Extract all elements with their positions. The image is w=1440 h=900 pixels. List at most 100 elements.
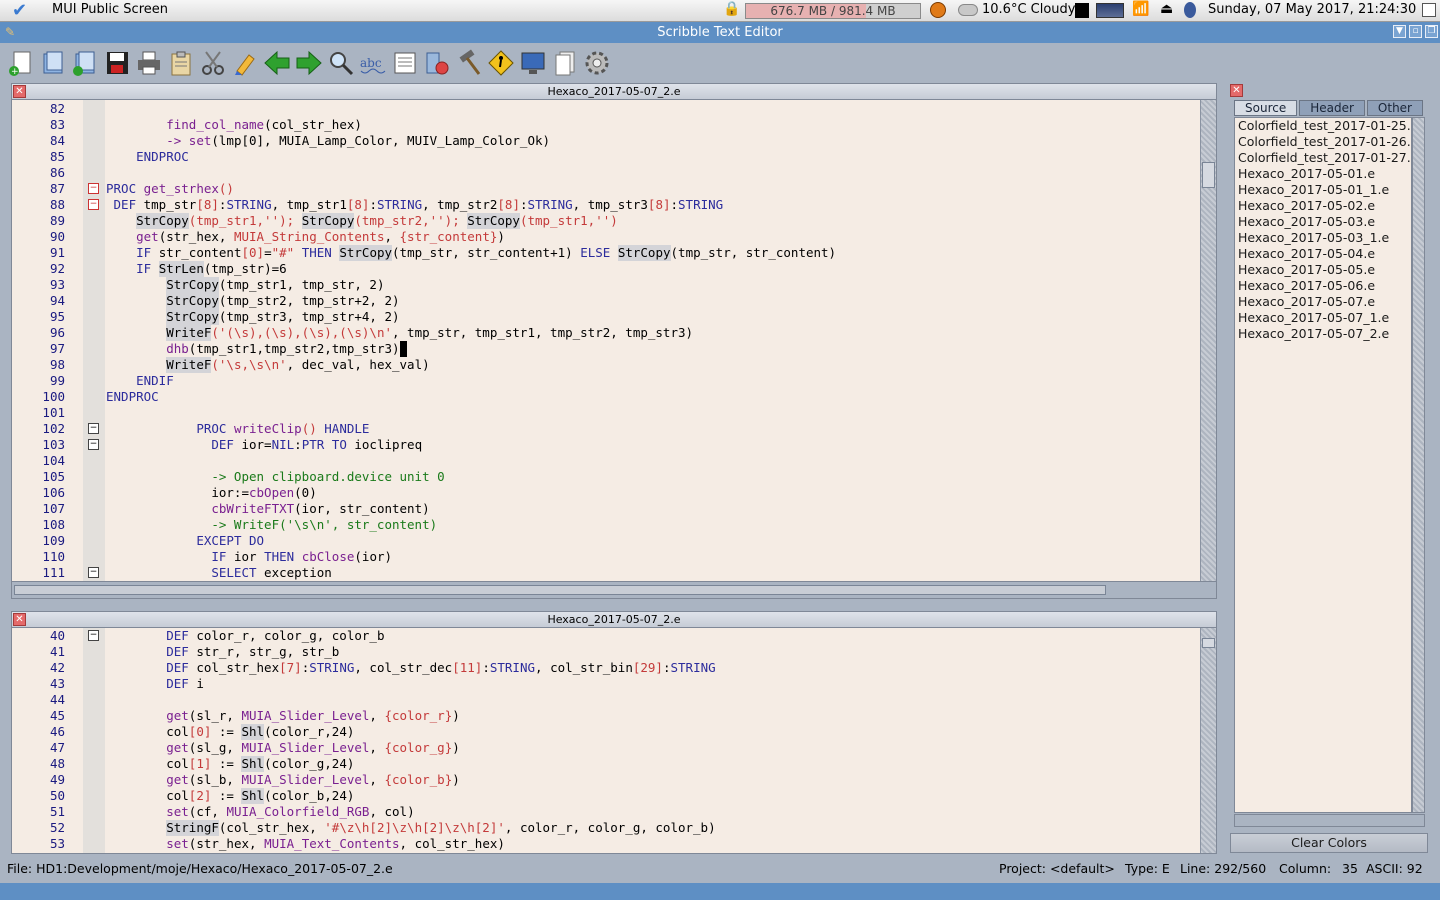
file-list-item[interactable]: Hexaco_2017-05-03_1.e: [1235, 230, 1411, 246]
close-pane-button[interactable]: ✕: [13, 613, 26, 626]
iconify-button[interactable]: ▼: [1393, 25, 1406, 38]
file-list-item[interactable]: Hexaco_2017-05-07.e: [1235, 294, 1411, 310]
code-line[interactable]: PROC writeClip() HANDLE: [106, 421, 1200, 437]
code-line[interactable]: col [2] := Shl (color_b,24): [106, 788, 1200, 804]
file-list-item[interactable]: Hexaco_2017-05-06.e: [1235, 278, 1411, 294]
code-line[interactable]: -> WriteF('\s\n', str_content): [106, 517, 1200, 533]
back-button[interactable]: [261, 46, 293, 80]
pane-title-bar[interactable]: ✕ Hexaco_2017-05-07_2.e: [11, 83, 1217, 100]
file-list-item[interactable]: Colorfield_test_2017-01-26.: [1235, 134, 1411, 150]
code-line[interactable]: set (cf, MUIA_Colorfield_RGB, col): [106, 804, 1200, 820]
code-line[interactable]: find_col_name (col_str_hex): [106, 117, 1200, 133]
code-line[interactable]: IF StrLen (tmp_str)=6: [106, 261, 1200, 277]
tab-header[interactable]: Header: [1299, 100, 1365, 116]
code-line[interactable]: StrCopy (tmp_str1,''); StrCopy (tmp_str2,'…: [106, 213, 1200, 229]
code-line[interactable]: [106, 692, 1200, 708]
code-line[interactable]: EXCEPT DO: [106, 533, 1200, 549]
code-line[interactable]: [106, 405, 1200, 421]
code-line[interactable]: get (sl_g, MUIA_Slider_Level, {color_g}): [106, 740, 1200, 756]
eject-icon[interactable]: ⏏: [1160, 1, 1173, 17]
code-line[interactable]: IF str_content [0] = "#" THEN StrCopy (tmp_s…: [106, 245, 1200, 261]
fold-toggle-icon[interactable]: −: [88, 183, 99, 194]
pane-title-bar[interactable]: ✕ Hexaco_2017-05-07_2.e: [11, 611, 1217, 628]
code-text[interactable]: find_col_name (col_str_hex) -> set(lmp[0]…: [106, 100, 1200, 581]
build-button[interactable]: [453, 46, 485, 80]
horizontal-scroll-thumb[interactable]: [14, 585, 1106, 595]
code-line[interactable]: -> set(lmp[0], MUIA_Lamp_Color, MUIV_Lam…: [106, 133, 1200, 149]
code-line[interactable]: dhb (tmp_str1,tmp_str2,tmp_str3): [106, 341, 1200, 357]
open-add-button[interactable]: [69, 46, 101, 80]
code-line[interactable]: WriteF ('\s,\s\n', dec_val, hex_val): [106, 357, 1200, 373]
code-area[interactable]: 82 83 84 85 86 87−88−89 90 91 92 93 94 95 96 97 98 99 10…: [11, 100, 1217, 582]
code-line[interactable]: set (str_hex, MUIA_Text_Contents, col_str…: [106, 836, 1200, 852]
cpu-graph-icon[interactable]: [1096, 3, 1124, 18]
spell-check-button[interactable]: abc: [357, 46, 389, 80]
lock-icon[interactable]: 🔒: [723, 1, 740, 17]
find-button[interactable]: [325, 46, 357, 80]
code-line[interactable]: PROC get_strhex(): [106, 181, 1200, 197]
vertical-scrollbar[interactable]: [1200, 100, 1216, 581]
scroll-thumb[interactable]: [1202, 638, 1215, 648]
monitor-button[interactable]: [517, 46, 549, 80]
code-line[interactable]: SELECT exception: [106, 565, 1200, 581]
vertical-scrollbar[interactable]: [1200, 628, 1216, 853]
code-line[interactable]: ENDPROC: [106, 389, 1200, 405]
file-list-item[interactable]: Hexaco_2017-05-07_2.e: [1235, 326, 1411, 342]
code-line[interactable]: cbWriteFTXT (ior, str_content): [106, 501, 1200, 517]
code-line[interactable]: DEF tmp_str [8]: STRING, tmp_str1 [8]: STRIN…: [106, 197, 1200, 213]
code-area[interactable]: 40 − 41 42 43 44 45 46 47 48 49 50 51 52 53 DEF color_…: [11, 628, 1217, 854]
open-file-button[interactable]: [37, 46, 69, 80]
fold-toggle-icon[interactable]: −: [88, 199, 99, 210]
forward-button[interactable]: [293, 46, 325, 80]
tab-source[interactable]: Source: [1234, 100, 1298, 116]
checkmark-logo-icon[interactable]: ✔: [12, 1, 27, 21]
screen-depth-icon[interactable]: [1422, 3, 1436, 17]
file-list-item[interactable]: Colorfield_test_2017-01-25.: [1235, 118, 1411, 134]
file-list-item[interactable]: Hexaco_2017-05-04.e: [1235, 246, 1411, 262]
code-line[interactable]: ENDPROC: [106, 149, 1200, 165]
settings-button[interactable]: [581, 46, 613, 80]
plugins-button[interactable]: [421, 46, 453, 80]
code-line[interactable]: DEF color_r, color_g, color_b: [106, 628, 1200, 644]
code-line[interactable]: col [0] := Shl (color_r,24): [106, 724, 1200, 740]
code-line[interactable]: get (str_hex, MUIA_String_Contents, {str_…: [106, 229, 1200, 245]
zoom-button[interactable]: ▫: [1409, 25, 1422, 38]
fold-toggle-icon[interactable]: −: [88, 439, 99, 450]
code-line[interactable]: ENDIF: [106, 373, 1200, 389]
file-list-item[interactable]: Hexaco_2017-05-01_1.e: [1235, 182, 1411, 198]
horizontal-scrollbar[interactable]: [11, 582, 1217, 599]
code-line[interactable]: get (sl_b, MUIA_Slider_Level, {color_b}): [106, 772, 1200, 788]
code-line[interactable]: StrCopy (tmp_str3, tmp_str+4, 2): [106, 309, 1200, 325]
file-list-item[interactable]: Hexaco_2017-05-01.e: [1235, 166, 1411, 182]
file-list-item[interactable]: Hexaco_2017-05-07_1.e: [1235, 310, 1411, 326]
close-panel-button[interactable]: ✕: [1230, 84, 1243, 97]
cut-button[interactable]: [197, 46, 229, 80]
code-line[interactable]: IF ior THEN cbClose (ior): [106, 549, 1200, 565]
file-list-hscrollbar[interactable]: [1234, 814, 1425, 827]
code-line[interactable]: WriteF ('(\s),(\s),(\s),(\s)\n', tmp_str,…: [106, 325, 1200, 341]
documents-button[interactable]: [549, 46, 581, 80]
fold-toggle-icon[interactable]: −: [88, 423, 99, 434]
run-button[interactable]: [485, 46, 517, 80]
code-line[interactable]: [106, 101, 1200, 117]
print-button[interactable]: [133, 46, 165, 80]
code-line[interactable]: DEF col_str_hex [7]: STRING, col_str_dec [1…: [106, 660, 1200, 676]
code-line[interactable]: StrCopy (tmp_str2, tmp_str+2, 2): [106, 293, 1200, 309]
fold-toggle-icon[interactable]: −: [88, 630, 99, 641]
scroll-thumb[interactable]: [1202, 162, 1215, 188]
window-titlebar[interactable]: ✎ Scribble Text Editor ▼ ▫ ❐: [0, 22, 1440, 43]
code-line[interactable]: ior:= cbOpen (0): [106, 485, 1200, 501]
paste-button[interactable]: [165, 46, 197, 80]
fold-toggle-icon[interactable]: −: [88, 567, 99, 578]
code-line[interactable]: -> Open clipboard.device unit 0: [106, 469, 1200, 485]
code-line[interactable]: DEF ior= NIL: PTR TO ioclipreq: [106, 437, 1200, 453]
code-line[interactable]: [106, 165, 1200, 181]
code-line[interactable]: DEF i: [106, 676, 1200, 692]
depth-button[interactable]: ❐: [1425, 25, 1438, 38]
file-list-item[interactable]: Hexaco_2017-05-02.e: [1235, 198, 1411, 214]
save-button[interactable]: [101, 46, 133, 80]
new-file-button[interactable]: +: [5, 46, 37, 80]
file-list-item[interactable]: Hexaco_2017-05-03.e: [1235, 214, 1411, 230]
code-line[interactable]: StringF (col_str_hex, '#\z\h[2]\z\h[2]\z\…: [106, 820, 1200, 836]
file-list-scrollbar[interactable]: [1412, 117, 1425, 813]
